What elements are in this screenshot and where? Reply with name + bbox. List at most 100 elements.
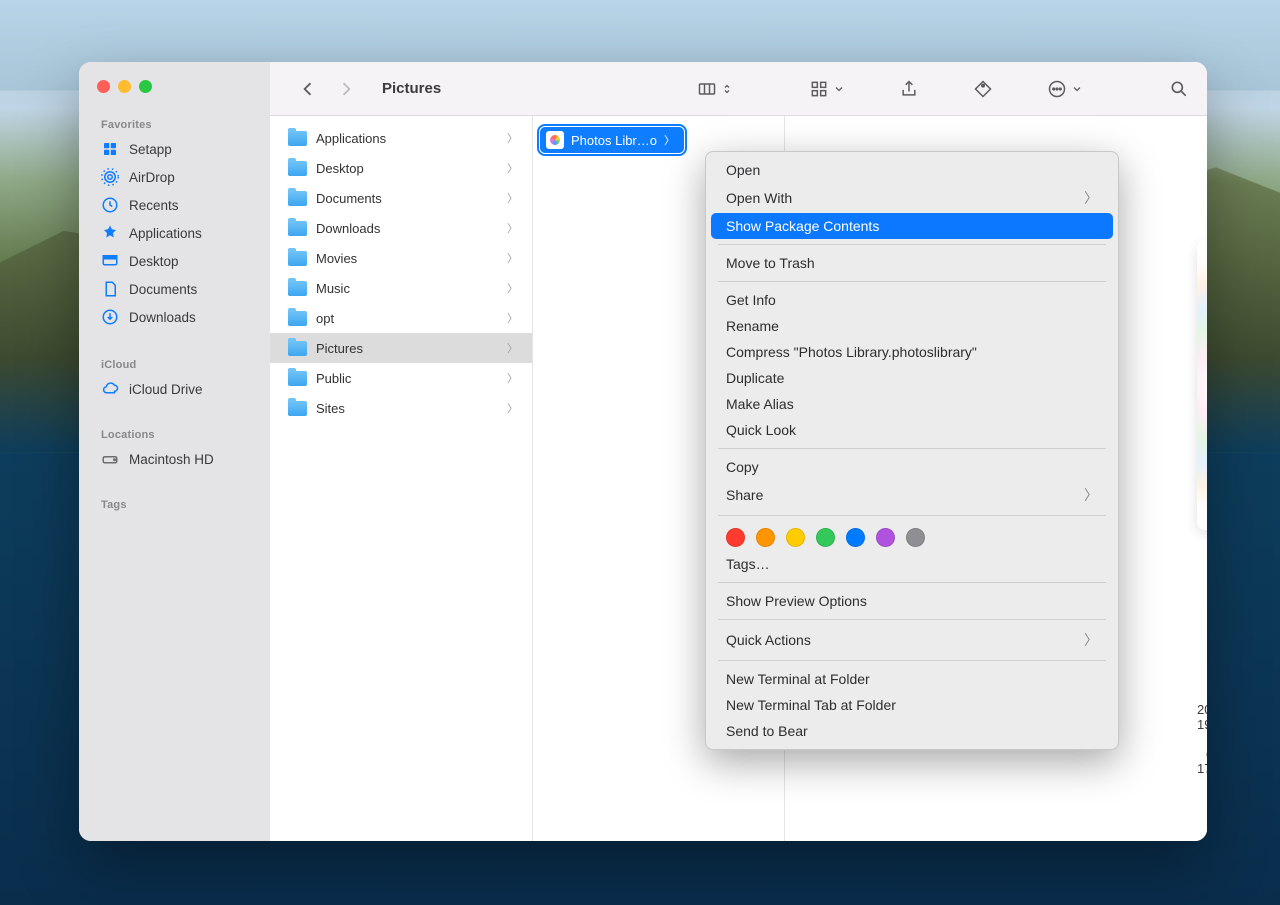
forward-button[interactable] <box>336 79 356 99</box>
ctx-new-terminal-tab[interactable]: New Terminal Tab at Folder <box>706 692 1118 718</box>
ctx-move-to-trash[interactable]: Move to Trash <box>706 250 1118 276</box>
sidebar-item-label: AirDrop <box>129 170 175 185</box>
tag-green[interactable] <box>816 528 835 547</box>
sidebar-item-icloud-drive[interactable]: iCloud Drive <box>79 375 270 403</box>
sidebar-item-macintosh-hd[interactable]: Macintosh HD <box>79 445 270 473</box>
folder-sites[interactable]: Sites〉 <box>270 393 532 423</box>
folder-pictures[interactable]: Pictures 〉 <box>270 333 532 363</box>
sidebar-item-label: Applications <box>129 226 202 241</box>
tag-red[interactable] <box>726 528 745 547</box>
cloud-icon <box>101 380 119 398</box>
folder-music[interactable]: Music 〉 <box>270 273 532 303</box>
share-button[interactable] <box>899 79 919 99</box>
ctx-preview-options[interactable]: Show Preview Options <box>706 588 1118 614</box>
sidebar-item-applications[interactable]: Applications <box>79 219 270 247</box>
nav-buttons <box>298 79 356 99</box>
minimize-button[interactable] <box>118 80 131 93</box>
airdrop-icon <box>101 168 119 186</box>
ctx-open[interactable]: Open <box>706 157 1118 183</box>
sidebar-item-label: Downloads <box>129 310 196 325</box>
group-by-button[interactable] <box>809 79 845 99</box>
ctx-get-info[interactable]: Get Info <box>706 287 1118 313</box>
ctx-show-package-contents[interactable]: Show Package Contents <box>711 213 1113 239</box>
tag-gray[interactable] <box>906 528 925 547</box>
tag-blue[interactable] <box>846 528 865 547</box>
folder-downloads[interactable]: Downloads〉 <box>270 213 532 243</box>
sidebar-item-label: Recents <box>129 198 179 213</box>
tag-purple[interactable] <box>876 528 895 547</box>
icloud-header: iCloud <box>79 353 270 375</box>
sidebar-item-downloads[interactable]: Downloads <box>79 303 270 331</box>
folder-documents[interactable]: Documents〉 <box>270 183 532 213</box>
tag-orange[interactable] <box>756 528 775 547</box>
chevron-right-icon: 〉 <box>507 340 518 356</box>
folder-name: Desktop <box>316 161 364 176</box>
sidebar-item-label: Documents <box>129 282 197 297</box>
view-mode-button[interactable] <box>697 79 733 99</box>
file-photos-library[interactable]: Photos Libr…o 〉 <box>540 127 684 153</box>
ctx-make-alias[interactable]: Make Alias <box>706 391 1118 417</box>
folder-public[interactable]: Public 〉 <box>270 363 532 393</box>
ctx-quick-look[interactable]: Quick Look <box>706 417 1118 443</box>
chevron-right-icon: 〉 <box>507 370 518 386</box>
chevron-down-icon <box>833 79 845 99</box>
folder-desktop[interactable]: Desktop 〉 <box>270 153 532 183</box>
close-button[interactable] <box>97 80 110 93</box>
sidebar-item-documents[interactable]: Documents <box>79 275 270 303</box>
created-date: 2019, 19:10 <box>1197 702 1207 732</box>
locations-header: Locations <box>79 423 270 445</box>
sidebar-item-desktop[interactable]: Desktop <box>79 247 270 275</box>
sidebar-item-label: Macintosh HD <box>129 452 214 467</box>
separator <box>718 244 1106 245</box>
photos-library-icon <box>546 131 564 149</box>
back-button[interactable] <box>298 79 318 99</box>
ctx-duplicate[interactable]: Duplicate <box>706 365 1118 391</box>
ctx-quick-actions[interactable]: Quick Actions〉 <box>706 625 1118 655</box>
folder-icon <box>288 191 307 206</box>
ctx-copy[interactable]: Copy <box>706 454 1118 480</box>
folder-icon <box>288 161 307 176</box>
ctx-tag-colors <box>706 521 1118 551</box>
ctx-tags[interactable]: Tags… <box>706 551 1118 577</box>
tags-header: Tags <box>79 493 270 515</box>
action-menu-button[interactable] <box>1047 79 1083 99</box>
tag-button[interactable] <box>973 79 993 99</box>
folder-opt[interactable]: opt〉 <box>270 303 532 333</box>
chevron-right-icon: 〉 <box>507 160 518 176</box>
ctx-send-to-bear[interactable]: Send to Bear <box>706 718 1118 744</box>
folder-icon <box>288 311 307 326</box>
favorites-header: Favorites <box>79 113 270 135</box>
column-1[interactable]: Applications〉 Desktop 〉 Documents〉 Downlo… <box>270 116 533 841</box>
sidebar-item-recents[interactable]: Recents <box>79 191 270 219</box>
folder-name: Music <box>316 281 350 296</box>
chevron-right-icon: 〉 <box>507 250 518 266</box>
ctx-open-with[interactable]: Open With〉 <box>706 183 1118 213</box>
zoom-button[interactable] <box>139 80 152 93</box>
chevron-right-icon: 〉 <box>507 400 518 416</box>
chevron-right-icon: 〉 <box>507 130 518 146</box>
sidebar-item-setapp[interactable]: Setapp <box>79 135 270 163</box>
folder-name: Pictures <box>316 341 363 356</box>
columns-icon <box>697 79 717 99</box>
ctx-rename[interactable]: Rename <box>706 313 1118 339</box>
sidebar-item-airdrop[interactable]: AirDrop <box>79 163 270 191</box>
folder-name: Public <box>316 371 351 386</box>
grid-icon <box>809 79 829 99</box>
applications-icon <box>101 224 119 242</box>
chevron-updown-icon <box>721 79 733 99</box>
folder-icon <box>288 281 307 296</box>
ctx-share[interactable]: Share〉 <box>706 480 1118 510</box>
tag-yellow[interactable] <box>786 528 805 547</box>
file-name: Photos Libr…o <box>571 133 657 148</box>
folder-icon <box>288 251 307 266</box>
chevron-right-icon: 〉 <box>1084 188 1098 208</box>
ctx-new-terminal[interactable]: New Terminal at Folder <box>706 666 1118 692</box>
chevron-right-icon: 〉 <box>507 280 518 296</box>
sidebar-item-label: Setapp <box>129 142 172 157</box>
folder-applications[interactable]: Applications〉 <box>270 123 532 153</box>
folder-icon <box>288 131 307 146</box>
ctx-compress[interactable]: Compress "Photos Library.photoslibrary" <box>706 339 1118 365</box>
folder-movies[interactable]: Movies〉 <box>270 243 532 273</box>
search-button[interactable] <box>1169 79 1189 99</box>
chevron-right-icon: 〉 <box>507 220 518 236</box>
